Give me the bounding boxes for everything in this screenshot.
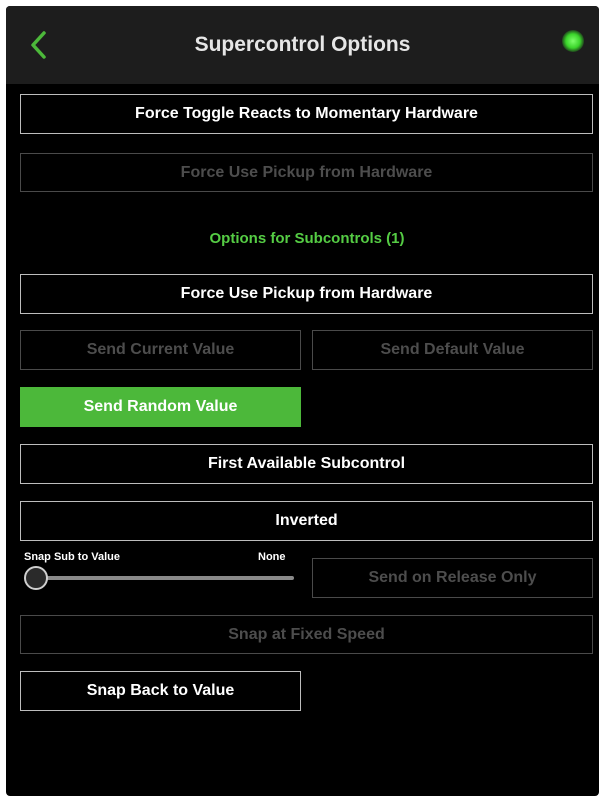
subcontrols-section-label: Options for Subcontrols (1) <box>209 230 405 247</box>
send-random-value-button[interactable]: Send Random Value <box>20 387 301 427</box>
slider-handle[interactable] <box>24 566 48 590</box>
snap-at-fixed-speed-button[interactable]: Snap at Fixed Speed <box>20 615 593 654</box>
force-use-pickup-subcontrol-button[interactable]: Force Use Pickup from Hardware <box>20 274 593 314</box>
snap-back-to-value-button[interactable]: Snap Back to Value <box>20 671 301 711</box>
inverted-button[interactable]: Inverted <box>20 501 593 541</box>
status-indicator-icon <box>562 30 584 52</box>
header-bar: Supercontrol Options <box>6 6 599 84</box>
first-available-subcontrol-button[interactable]: First Available Subcontrol <box>20 444 593 484</box>
force-use-pickup-button-disabled[interactable]: Force Use Pickup from Hardware <box>20 153 593 192</box>
force-toggle-momentary-button[interactable]: Force Toggle Reacts to Momentary Hardwar… <box>20 94 593 134</box>
snap-sub-to-value-slider[interactable] <box>32 576 294 580</box>
supercontrol-options-panel: Supercontrol Options Force Toggle Reacts… <box>6 6 599 796</box>
snap-value-readout: None <box>258 551 286 563</box>
page-title: Supercontrol Options <box>194 33 411 56</box>
send-default-value-button[interactable]: Send Default Value <box>312 330 593 370</box>
send-on-release-only-button[interactable]: Send on Release Only <box>312 558 593 598</box>
snap-sub-to-value-label: Snap Sub to Value <box>24 551 120 563</box>
send-current-value-button[interactable]: Send Current Value <box>20 330 301 370</box>
